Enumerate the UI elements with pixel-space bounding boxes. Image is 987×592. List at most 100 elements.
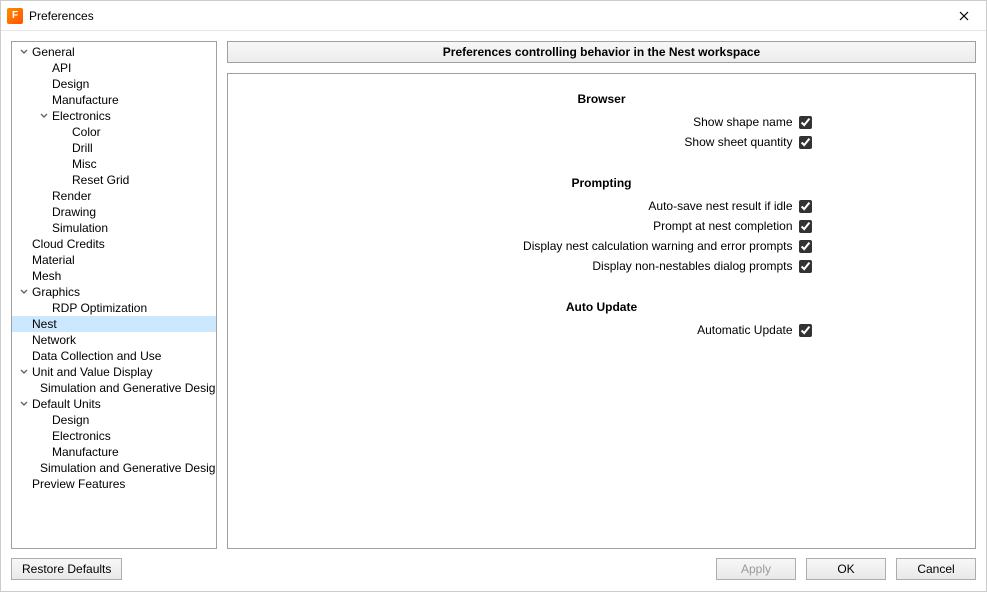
tree-item[interactable]: Electronics [12, 428, 216, 444]
chevron-down-icon[interactable] [38, 110, 50, 122]
tree-item[interactable]: Nest [12, 316, 216, 332]
option-checkbox[interactable] [799, 240, 812, 253]
option-row: Display nest calculation warning and err… [392, 236, 812, 256]
tree-item[interactable]: Simulation and Generative Design [12, 460, 216, 476]
window-close-button[interactable] [942, 1, 986, 31]
tree-item-label: Misc [72, 156, 97, 172]
tree-item-label: Default Units [32, 396, 101, 412]
tree-item[interactable]: RDP Optimization [12, 300, 216, 316]
tree-item-label: Unit and Value Display [32, 364, 153, 380]
tree-item[interactable]: Manufacture [12, 92, 216, 108]
preferences-content: Browser Show shape name Show sheet quantit… [227, 73, 976, 549]
tree-item[interactable]: Data Collection and Use [12, 348, 216, 364]
tree-item[interactable]: Manufacture [12, 444, 216, 460]
tree-toggle-spacer [18, 254, 30, 266]
option-checkbox[interactable] [799, 220, 812, 233]
restore-defaults-button[interactable]: Restore Defaults [11, 558, 122, 580]
option-row: Prompt at nest completion [392, 216, 812, 236]
close-icon [959, 11, 969, 21]
tree-toggle-spacer [58, 126, 70, 138]
apply-button[interactable]: Apply [716, 558, 796, 580]
tree-item-label: Nest [32, 316, 57, 332]
tree-item-label: Color [72, 124, 101, 140]
tree-item[interactable]: General [12, 44, 216, 60]
tree-toggle-spacer [58, 142, 70, 154]
tree-item-label: Mesh [32, 268, 61, 284]
cancel-button[interactable]: Cancel [896, 558, 976, 580]
tree-toggle-spacer [38, 206, 50, 218]
option-row: Auto-save nest result if idle [392, 196, 812, 216]
tree-toggle-spacer [38, 414, 50, 426]
tree-item-label: Design [52, 412, 89, 428]
option-label: Automatic Update [697, 323, 792, 337]
tree-item[interactable]: Electronics [12, 108, 216, 124]
tree-item[interactable]: Simulation [12, 220, 216, 236]
option-checkbox[interactable] [799, 136, 812, 149]
tree-item[interactable]: Unit and Value Display [12, 364, 216, 380]
preferences-window: F Preferences GeneralAPIDesignManufactur… [0, 0, 987, 592]
tree-toggle-spacer [38, 302, 50, 314]
tree-item[interactable]: Design [12, 76, 216, 92]
tree-item[interactable]: Drawing [12, 204, 216, 220]
chevron-down-icon[interactable] [18, 366, 30, 378]
tree-item[interactable]: Preview Features [12, 476, 216, 492]
tree-toggle-spacer [18, 334, 30, 346]
chevron-down-icon[interactable] [18, 46, 30, 58]
option-checkbox[interactable] [799, 324, 812, 337]
dialog-body: GeneralAPIDesignManufactureElectronicsCo… [1, 31, 986, 555]
tree-item-label: Electronics [52, 428, 111, 444]
option-checkbox[interactable] [799, 200, 812, 213]
tree-item[interactable]: Default Units [12, 396, 216, 412]
tree-item[interactable]: Misc [12, 156, 216, 172]
chevron-down-icon[interactable] [18, 398, 30, 410]
tree-item[interactable]: Reset Grid [12, 172, 216, 188]
tree-toggle-spacer [38, 222, 50, 234]
option-label: Display nest calculation warning and err… [523, 239, 792, 253]
tree-item-label: Design [52, 76, 89, 92]
tree-item-label: Simulation [52, 220, 108, 236]
tree-item-label: Drawing [52, 204, 96, 220]
main-panel: Preferences controlling behavior in the … [227, 41, 976, 549]
section-title: Browser [392, 92, 812, 106]
option-checkbox[interactable] [799, 116, 812, 129]
tree-item[interactable]: Render [12, 188, 216, 204]
tree-item-label: Electronics [52, 108, 111, 124]
tree-toggle-spacer [38, 430, 50, 442]
tree-item-label: API [52, 60, 71, 76]
tree-item-label: Data Collection and Use [32, 348, 161, 364]
tree-item[interactable]: Drill [12, 140, 216, 156]
tree-item[interactable]: Cloud Credits [12, 236, 216, 252]
option-label: Show shape name [693, 115, 792, 129]
tree-item[interactable]: Material [12, 252, 216, 268]
chevron-down-icon[interactable] [18, 286, 30, 298]
tree-item[interactable]: Design [12, 412, 216, 428]
tree-item[interactable]: Mesh [12, 268, 216, 284]
tree-item[interactable]: API [12, 60, 216, 76]
option-row: Show sheet quantity [392, 132, 812, 152]
ok-button[interactable]: OK [806, 558, 886, 580]
tree-toggle-spacer [18, 350, 30, 362]
tree-item-label: Graphics [32, 284, 80, 300]
tree-item-label: Drill [72, 140, 93, 156]
tree-item-label: Network [32, 332, 76, 348]
tree-item-label: Material [32, 252, 75, 268]
window-title: Preferences [29, 9, 94, 23]
option-row: Display non-nestables dialog prompts [392, 256, 812, 276]
option-label: Auto-save nest result if idle [648, 199, 792, 213]
tree-item[interactable]: Color [12, 124, 216, 140]
tree-item-label: Simulation and Generative Design [40, 380, 217, 396]
option-checkbox[interactable] [799, 260, 812, 273]
tree-item[interactable]: Simulation and Generative Design [12, 380, 216, 396]
tree-item[interactable]: Network [12, 332, 216, 348]
tree-item-label: Manufacture [52, 444, 119, 460]
tree-item-label: Simulation and Generative Design [40, 460, 217, 476]
section-title: Auto Update [392, 300, 812, 314]
tree-item-label: Cloud Credits [32, 236, 105, 252]
tree-item[interactable]: Graphics [12, 284, 216, 300]
tree-item-label: Preview Features [32, 476, 125, 492]
tree-toggle-spacer [38, 62, 50, 74]
tree-toggle-spacer [38, 446, 50, 458]
page-description-banner: Preferences controlling behavior in the … [227, 41, 976, 63]
preferences-tree[interactable]: GeneralAPIDesignManufactureElectronicsCo… [11, 41, 217, 549]
option-row: Show shape name [392, 112, 812, 132]
